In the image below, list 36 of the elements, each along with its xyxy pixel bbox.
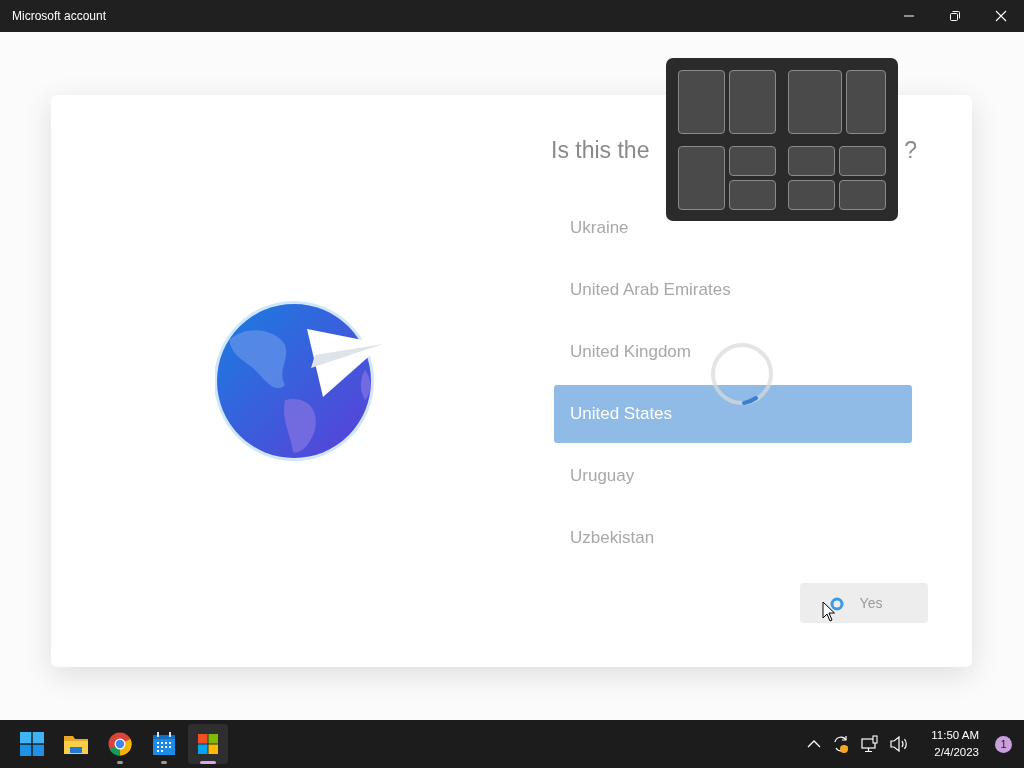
country-list-item[interactable]: United Arab Emirates [554, 261, 912, 319]
snap-zone[interactable] [678, 146, 725, 210]
snap-zone[interactable] [729, 180, 776, 210]
heading-text: Is this the [551, 137, 650, 165]
snap-zone[interactable] [678, 70, 725, 134]
mouse-pointer-icon [822, 601, 836, 622]
folder-icon [63, 733, 89, 755]
snap-zone[interactable] [839, 146, 886, 176]
chevron-up-icon[interactable] [807, 740, 822, 748]
volume-icon[interactable] [889, 735, 910, 753]
snap-zone[interactable] [839, 180, 886, 210]
snap-zone[interactable] [729, 70, 776, 134]
calendar-icon [152, 732, 176, 756]
heading-text: ? [904, 137, 917, 165]
clock-time[interactable]: 11:50 AM [931, 727, 979, 744]
close-icon [995, 10, 1007, 22]
window-title: Microsoft account [12, 9, 107, 23]
clock-date[interactable]: 2/4/2023 [934, 744, 979, 761]
notification-badge[interactable]: 1 [995, 735, 1012, 753]
snap-zone[interactable] [788, 146, 835, 176]
restore-icon [949, 10, 961, 22]
country-list-item[interactable]: Uruguay [554, 447, 912, 505]
snap-zone[interactable] [729, 146, 776, 176]
snap-zone[interactable] [788, 70, 842, 134]
windows-logo-icon [20, 732, 44, 756]
country-list-item[interactable]: Uzbekistan [554, 509, 912, 567]
loading-spinner-icon [710, 342, 774, 406]
snap-zone[interactable] [846, 70, 886, 134]
network-icon[interactable] [861, 735, 880, 753]
country-list-item[interactable]: United Kingdom [554, 323, 912, 381]
taskbar-app-button[interactable] [188, 724, 228, 764]
snap-zone[interactable] [788, 180, 835, 210]
busy-ring-icon [830, 597, 844, 611]
store-icon [198, 734, 218, 754]
browser-icon [108, 732, 132, 756]
country-list-item[interactable]: United States [554, 385, 912, 443]
